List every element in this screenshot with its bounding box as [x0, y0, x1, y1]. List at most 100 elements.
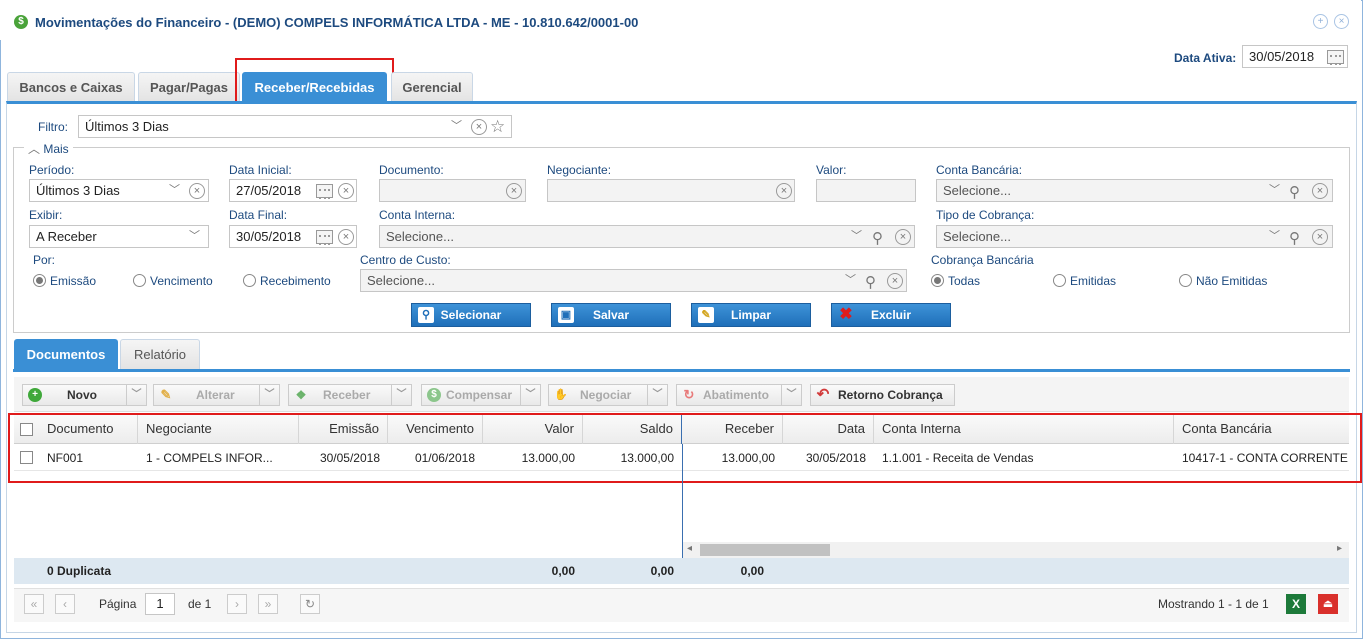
scroll-left-icon[interactable]: ◂	[687, 543, 692, 554]
conta-interna-label: Conta Interna:	[379, 208, 456, 222]
receber-button[interactable]: ❖ Receber ﹀	[288, 384, 412, 406]
data-ativa-label: Data Ativa:	[1174, 51, 1237, 65]
selecionar-button[interactable]: ⚲ Selecionar	[411, 303, 531, 327]
calendar-icon[interactable]	[1327, 50, 1344, 65]
compensar-button[interactable]: $ Compensar ﹀	[421, 384, 541, 406]
pdf-export-icon[interactable]: ⏏	[1318, 594, 1338, 614]
clear-icon[interactable]: ×	[776, 183, 792, 199]
clear-icon[interactable]: ×	[189, 183, 205, 199]
search-icon[interactable]: ⚲	[1289, 182, 1300, 203]
tab-bancos-caixas[interactable]: Bancos e Caixas	[7, 72, 135, 102]
horizontal-scrollbar[interactable]: ◂ ▸	[683, 542, 1349, 558]
scroll-right-icon[interactable]: ▸	[1337, 543, 1342, 554]
exibir-value: A Receber	[36, 229, 97, 244]
chevron-down-icon[interactable]: ﹀	[520, 385, 540, 405]
tab-gerencial[interactable]: Gerencial	[391, 72, 473, 102]
clear-icon[interactable]: ×	[1312, 229, 1328, 245]
conta-bancaria-select[interactable]: Selecione... ﹀ ⚲ ×	[936, 179, 1333, 202]
search-icon[interactable]: ⚲	[872, 228, 883, 249]
maximize-icon[interactable]: +	[1313, 14, 1328, 29]
star-icon[interactable]: ☆	[490, 116, 505, 137]
data-final-field[interactable]: 30/05/2018 ×	[229, 225, 357, 248]
exibir-select[interactable]: A Receber ﹀	[29, 225, 209, 248]
data-ativa-value: 30/05/2018	[1249, 49, 1315, 64]
documento-input[interactable]: ×	[379, 179, 526, 202]
clear-icon[interactable]: ×	[887, 273, 903, 289]
next-page-icon[interactable]: ›	[227, 594, 247, 614]
broom-icon: ✎	[698, 307, 714, 323]
refresh-icon[interactable]: ↻	[300, 594, 320, 614]
chevron-down-icon[interactable]: ﹀	[845, 270, 856, 291]
chevron-down-icon[interactable]: ﹀	[169, 180, 180, 201]
alterar-button[interactable]: ✎ Alterar ﹀	[153, 384, 280, 406]
tab-pagar-pagas[interactable]: Pagar/Pagas	[138, 72, 240, 102]
data-inicial-value: 27/05/2018	[236, 183, 302, 198]
chevron-down-icon[interactable]: ﹀	[391, 385, 411, 405]
chevron-down-icon[interactable]: ﹀	[1269, 180, 1280, 201]
clear-icon[interactable]: ×	[506, 183, 522, 199]
clear-icon[interactable]: ×	[895, 229, 911, 245]
valor-input[interactable]	[816, 179, 916, 202]
clear-icon[interactable]: ×	[338, 183, 354, 199]
radio-recebimento[interactable]: Recebimento	[243, 274, 331, 288]
chevron-down-icon[interactable]: ﹀	[189, 226, 200, 247]
filter-select[interactable]: Últimos 3 Dias ﹀ × ☆	[78, 115, 512, 138]
salvar-button[interactable]: ▣ Salvar	[551, 303, 671, 327]
centro-custo-select[interactable]: Selecione... ﹀ ⚲ ×	[360, 269, 907, 292]
chevron-down-icon[interactable]: ﹀	[451, 116, 462, 137]
search-icon[interactable]: ⚲	[1289, 228, 1300, 249]
dollar-icon: $	[14, 15, 28, 29]
subtab-bar	[13, 369, 1350, 372]
periodo-select[interactable]: Últimos 3 Dias ﹀ ×	[29, 179, 209, 202]
negociar-button[interactable]: ✋ Negociar ﹀	[548, 384, 668, 406]
pager-bar	[14, 588, 1349, 622]
undo-icon: ↶	[816, 386, 830, 403]
delete-icon: ✖	[839, 306, 853, 323]
highlight-grid-box	[8, 413, 1362, 483]
scroll-thumb[interactable]	[700, 544, 830, 556]
limpar-button[interactable]: ✎ Limpar	[691, 303, 811, 327]
clear-icon[interactable]: ×	[338, 229, 354, 245]
prev-page-icon[interactable]: ‹	[55, 594, 75, 614]
pager-summary: Mostrando 1 - 1 de 1	[1158, 597, 1269, 611]
calendar-icon[interactable]	[316, 184, 333, 199]
chevron-down-icon[interactable]: ﹀	[851, 226, 862, 247]
filter-value: Últimos 3 Dias	[85, 119, 169, 134]
radio-emitidas[interactable]: Emitidas	[1053, 274, 1116, 288]
centro-custo-label: Centro de Custo:	[360, 253, 451, 267]
close-icon[interactable]: ×	[1334, 14, 1349, 29]
data-inicial-field[interactable]: 27/05/2018 ×	[229, 179, 357, 202]
radio-todas[interactable]: Todas	[931, 274, 980, 288]
chevron-down-icon[interactable]: ﹀	[259, 385, 279, 405]
radio-emissao[interactable]: Emissão	[33, 274, 96, 288]
negociante-input[interactable]: ×	[547, 179, 795, 202]
data-ativa-field[interactable]: 30/05/2018	[1242, 45, 1348, 68]
tipo-cobranca-select[interactable]: Selecione... ﹀ ⚲ ×	[936, 225, 1333, 248]
conta-interna-select[interactable]: Selecione... ﹀ ⚲ ×	[379, 225, 915, 248]
page-label: Página	[99, 597, 137, 611]
chevron-down-icon[interactable]: ﹀	[126, 385, 146, 405]
tab-documentos[interactable]: Documentos	[14, 339, 118, 370]
valor-label: Valor:	[816, 163, 847, 177]
radio-nao-emitidas[interactable]: Não Emitidas	[1179, 274, 1267, 288]
excluir-button[interactable]: ✖ Excluir	[831, 303, 951, 327]
chevron-down-icon[interactable]: ﹀	[781, 385, 801, 405]
clear-icon[interactable]: ×	[471, 119, 487, 135]
last-page-icon[interactable]: »	[258, 594, 278, 614]
page-input[interactable]: 1	[145, 593, 175, 615]
clear-icon[interactable]: ×	[1312, 183, 1328, 199]
abatimento-button[interactable]: ↻ Abatimento ﹀	[676, 384, 802, 406]
chevron-down-icon[interactable]: ﹀	[1269, 226, 1280, 247]
tab-relatorio[interactable]: Relatório	[120, 339, 200, 370]
calendar-icon[interactable]	[316, 230, 333, 245]
exibir-label: Exibir:	[29, 208, 63, 222]
excel-export-icon[interactable]: X	[1286, 594, 1306, 614]
novo-button[interactable]: + Novo ﹀	[22, 384, 147, 406]
tipo-cobranca-placeholder: Selecione...	[943, 229, 1011, 244]
search-icon[interactable]: ⚲	[865, 272, 876, 293]
retorno-cobranca-button[interactable]: ↶ Retorno Cobrança	[810, 384, 955, 406]
chevron-down-icon[interactable]: ﹀	[647, 385, 667, 405]
first-page-icon[interactable]: «	[24, 594, 44, 614]
radio-vencimento[interactable]: Vencimento	[133, 274, 213, 288]
mais-legend[interactable]: ︿ Mais	[24, 140, 73, 157]
